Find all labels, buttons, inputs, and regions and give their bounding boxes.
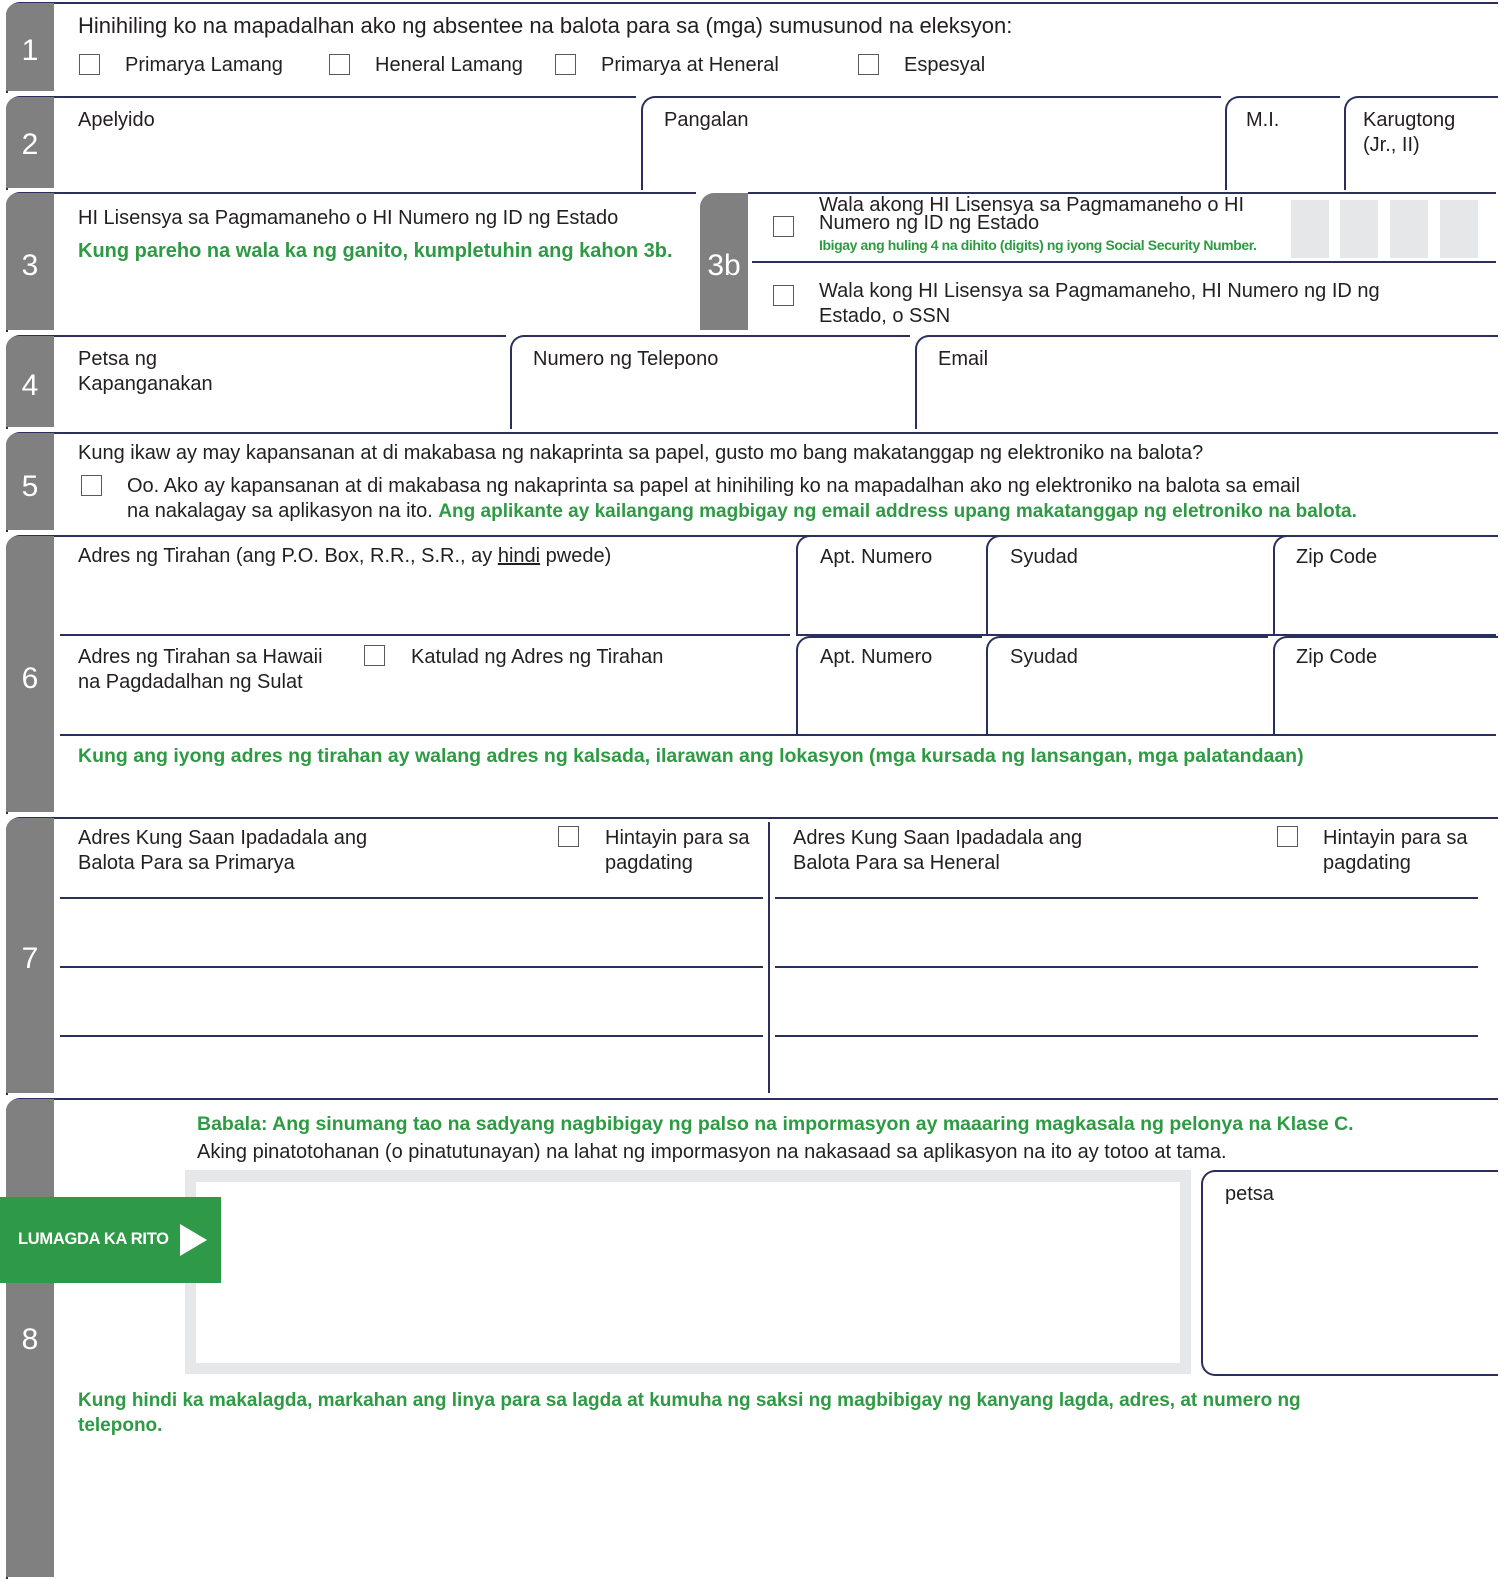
residence-address-label-c: pwede)	[540, 545, 612, 567]
option-primary-and-general: Primarya at Heneral	[601, 54, 779, 76]
ssn-instruction: Ibigay ang huling 4 na dihito (digits) n…	[819, 237, 1257, 253]
residence-apt-label: Apt. Numero	[820, 546, 933, 568]
first-name-label: Pangalan	[664, 109, 749, 131]
signature-date-label: petsa	[1225, 1183, 1274, 1205]
section-2-number: 2	[21, 128, 39, 161]
drivers-license-label: HI Lisensya sa Pagmamaneho o HI Numero n…	[78, 207, 619, 229]
section-3b-divider	[752, 261, 1496, 263]
mailing-zip-label: Zip Code	[1296, 646, 1378, 668]
mailing-city-label: Syudad	[1010, 646, 1078, 668]
ssn-digit-1[interactable]	[1291, 200, 1329, 258]
location-description-note: Kung ang iyong adres ng tirahan ay walan…	[78, 745, 1304, 767]
residence-address-line	[60, 634, 790, 636]
electronic-ballot-question: Kung ikaw ay may kapansanan at di makaba…	[78, 442, 1204, 464]
sign-here-label: LUMAGDA KA RITO	[18, 1230, 169, 1248]
primary-address-line-3[interactable]	[60, 1035, 763, 1037]
section-3b-number: 3b	[707, 249, 741, 282]
option-general-only: Heneral Lamang	[375, 54, 523, 76]
primary-address-line-2[interactable]	[60, 966, 763, 968]
checkbox-general-hold[interactable]	[1277, 826, 1298, 847]
witness-note-2: telepono.	[78, 1415, 163, 1436]
general-address-line-1[interactable]	[775, 897, 1478, 899]
electronic-ballot-answer-2-text: na nakalagay sa aplikasyon na ito.	[127, 500, 433, 522]
general-ballot-address-label-1: Adres Kung Saan Ipadadala ang	[793, 827, 1083, 849]
section-3-number: 3	[21, 249, 39, 282]
primary-ballot-address-label-1: Adres Kung Saan Ipadadala ang	[78, 827, 368, 849]
email-label: Email	[938, 348, 989, 370]
same-as-residence-label: Katulad ng Adres ng Tirahan	[411, 646, 664, 668]
electronic-ballot-email-note: Ang aplikante ay kailangang magbigay ng …	[438, 501, 1357, 522]
general-hold-label-1: Hintayin para sa	[1323, 827, 1468, 849]
general-address-line-2[interactable]	[775, 966, 1478, 968]
section-7-divider	[768, 822, 770, 1093]
birth-date-label-1: Petsa ng	[78, 348, 157, 370]
felony-warning: Babala: Ang sinumang tao na sadyang nagb…	[197, 1113, 1354, 1135]
last-name-label: Apelyido	[78, 109, 155, 131]
section-4-number: 4	[21, 369, 39, 402]
no-id-label-line2: Estado, o SSN	[819, 305, 951, 327]
checkbox-general-only[interactable]	[329, 54, 350, 75]
mailing-address-label-1: Adres ng Tirahan sa Hawaii	[78, 646, 323, 668]
section-8-number: 8	[21, 1323, 39, 1356]
primary-hold-label-1: Hintayin para sa	[605, 827, 750, 849]
checkbox-same-as-residence[interactable]	[364, 645, 385, 666]
no-id-label-line1: Wala kong HI Lisensya sa Pagmamaneho, HI…	[819, 280, 1380, 302]
residence-address-label: Adres ng Tirahan (ang P.O. Box, R.R., S.…	[78, 544, 611, 569]
checkbox-electronic-ballot[interactable]	[81, 475, 102, 496]
signature-area[interactable]	[196, 1182, 1180, 1363]
mailing-address-label-2: na Pagdadalhan ng Sulat	[78, 671, 303, 693]
birth-date-label-2: Kapanganakan	[78, 373, 213, 395]
primary-hold-label-2: pagdating	[605, 852, 693, 874]
general-ballot-address-label-2: Balota Para sa Heneral	[793, 852, 1000, 874]
checkbox-no-license-ssn[interactable]	[773, 216, 794, 237]
general-hold-label-2: pagdating	[1323, 852, 1411, 874]
option-primary-only: Primarya Lamang	[125, 54, 283, 76]
checkbox-primary-hold[interactable]	[558, 826, 579, 847]
ssn-digit-3[interactable]	[1390, 200, 1428, 258]
arrow-right-icon	[180, 1224, 207, 1256]
certification-statement: Aking pinatotohanan (o pinatutunayan) na…	[197, 1141, 1227, 1163]
mailing-address-field[interactable]	[60, 698, 788, 732]
section-7-number: 7	[21, 942, 39, 975]
section-5-number: 5	[21, 470, 39, 503]
ssn-digit-2[interactable]	[1340, 200, 1378, 258]
election-question: Hinihiling ko na mapadalhan ako ng absen…	[78, 13, 1013, 38]
sign-here-tab: LUMAGDA KA RITO	[0, 1197, 221, 1283]
checkbox-special[interactable]	[858, 54, 879, 75]
section-1-number: 1	[21, 34, 39, 67]
primary-address-line-1[interactable]	[60, 897, 763, 899]
residence-city-label: Syudad	[1010, 546, 1078, 568]
checkbox-primary-and-general[interactable]	[555, 54, 576, 75]
suffix-hint: (Jr., II)	[1363, 134, 1420, 156]
phone-label: Numero ng Telepono	[533, 348, 719, 370]
residence-address-label-a: Adres ng Tirahan (ang P.O. Box, R.R., S.…	[78, 545, 498, 567]
electronic-ballot-answer-1: Oo. Ako ay kapansanan at di makabasa ng …	[127, 475, 1301, 497]
middle-initial-field[interactable]	[1225, 96, 1340, 190]
electronic-ballot-answer-2: na nakalagay sa aplikasyon na ito. Ang a…	[127, 499, 1357, 524]
option-special: Espesyal	[904, 54, 986, 76]
residence-address-field[interactable]	[60, 580, 788, 632]
section-6-number: 6	[21, 662, 39, 695]
witness-note-1: Kung hindi ka makalagda, markahan ang li…	[78, 1390, 1301, 1411]
primary-ballot-address-label-2: Balota Para sa Primarya	[78, 852, 295, 874]
residence-address-label-b: hindi	[497, 545, 541, 567]
general-address-line-3[interactable]	[775, 1035, 1478, 1037]
no-license-label-line2: Numero ng ID ng Estado	[819, 212, 1040, 234]
residence-zip-label: Zip Code	[1296, 546, 1378, 568]
suffix-label: Karugtong	[1363, 109, 1456, 131]
ssn-digit-4[interactable]	[1440, 200, 1478, 258]
checkbox-primary-only[interactable]	[79, 54, 100, 75]
checkbox-no-license-no-ssn[interactable]	[773, 285, 794, 306]
mailing-apt-label: Apt. Numero	[820, 646, 933, 668]
section-3b-instruction: Kung pareho na wala ka ng ganito, kumple…	[78, 240, 673, 262]
middle-initial-label: M.I.	[1246, 109, 1280, 131]
email-field[interactable]	[915, 335, 1498, 429]
